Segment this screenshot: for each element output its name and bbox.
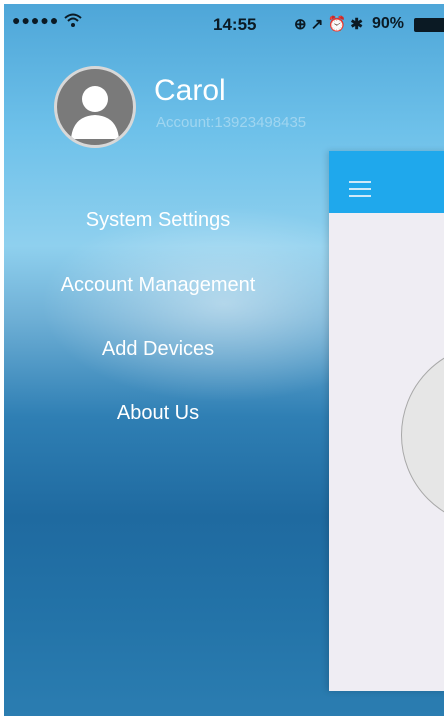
battery-icon [414, 18, 444, 32]
account-number: Account:13923498435 [156, 114, 307, 131]
device-circle[interactable] [401, 344, 444, 526]
hamburger-menu-icon[interactable] [349, 181, 371, 197]
signal-icon: ●●●●● [12, 12, 60, 28]
user-silhouette-icon [71, 86, 119, 139]
drawer-screen: ●●●●● 14:55 ⊕ ↗ ⏰ ✱ 90% Carol Account:13… [4, 4, 444, 716]
status-time: 14:55 [213, 15, 257, 34]
menu-item-account-management[interactable]: Account Management [8, 274, 308, 297]
card-header [329, 151, 444, 213]
battery-percentage: 90% [372, 15, 405, 32]
status-icons: ⊕ ↗ ⏰ ✱ [294, 16, 363, 33]
menu-item-about-us[interactable]: About Us [8, 402, 308, 425]
user-name: Carol [154, 74, 226, 107]
menu-item-system-settings[interactable]: System Settings [8, 209, 308, 232]
main-content-card[interactable] [329, 151, 444, 691]
wifi-icon [64, 13, 82, 27]
menu-item-add-devices[interactable]: Add Devices [8, 338, 308, 361]
avatar[interactable] [54, 66, 136, 148]
status-bar: ●●●●● 14:55 ⊕ ↗ ⏰ ✱ 90% [4, 4, 444, 46]
